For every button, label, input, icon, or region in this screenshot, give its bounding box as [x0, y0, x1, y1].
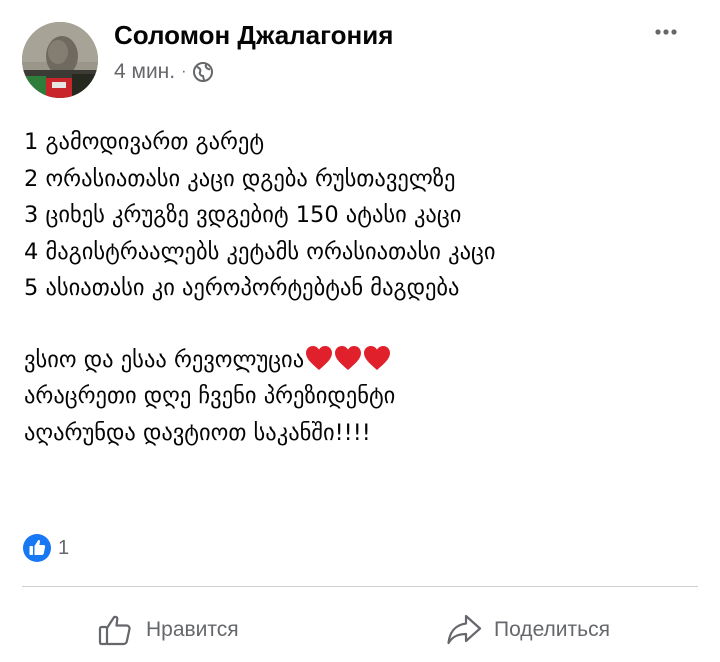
- heart-emojis: [304, 345, 391, 383]
- text-line: აღარუნდა დავტიოთ საკანში!!!!: [24, 419, 371, 446]
- share-button[interactable]: Поделиться: [446, 608, 610, 652]
- globe-icon[interactable]: [192, 61, 214, 83]
- like-reaction-icon: [23, 534, 51, 562]
- text-line: 2 ორასიათასი კაცი დგება რუსთაველზე: [24, 165, 456, 192]
- heart-icon: [334, 345, 362, 371]
- text-line-with-emoji: ვსიო და ესაა რევოლუცია: [24, 342, 704, 379]
- like-label: Нравится: [146, 618, 239, 641]
- text-line: 4 მაგისტრაალებს კეტამს ორასიათასი კაცი: [24, 238, 496, 265]
- reactions-summary[interactable]: 1: [22, 533, 69, 563]
- text-line: ვსიო და ესაა რევოლუცია: [24, 346, 305, 373]
- text-line: 5 ასიათასი კი აეროპორტებტან მაგდება: [24, 275, 460, 301]
- author-name[interactable]: Соломон Джалагония: [114, 20, 393, 51]
- share-label: Поделиться: [494, 618, 610, 641]
- thumbs-up-icon: [98, 615, 131, 646]
- author-avatar[interactable]: [22, 22, 98, 98]
- facebook-post: Соломон Джалагония 4 мин. · 1 გამოდივართ…: [0, 0, 720, 662]
- text-line: 3 ციხეს კრუგზე ვდგებიტ 150 ატასი კაცი: [24, 202, 462, 228]
- heart-icon: [363, 345, 391, 371]
- heart-icon: [305, 345, 333, 371]
- post-time[interactable]: 4 мин.: [114, 60, 175, 84]
- post-meta: 4 мин. ·: [114, 60, 214, 84]
- text-line: 1 გამოდივართ გარეტ: [24, 129, 265, 155]
- text-line: არაცრეთი დღე ჩვენი პრეზიდენტი: [24, 383, 396, 409]
- post-text: 1 გამოდივართ გარეტ 2 ორასიათასი კაცი დგე…: [24, 124, 704, 451]
- share-arrow-icon: [447, 614, 482, 645]
- like-button[interactable]: Нравится: [98, 608, 239, 652]
- reaction-count[interactable]: 1: [58, 537, 69, 560]
- more-options-icon[interactable]: [648, 22, 692, 42]
- meta-separator: ·: [181, 63, 187, 80]
- divider: [22, 586, 698, 587]
